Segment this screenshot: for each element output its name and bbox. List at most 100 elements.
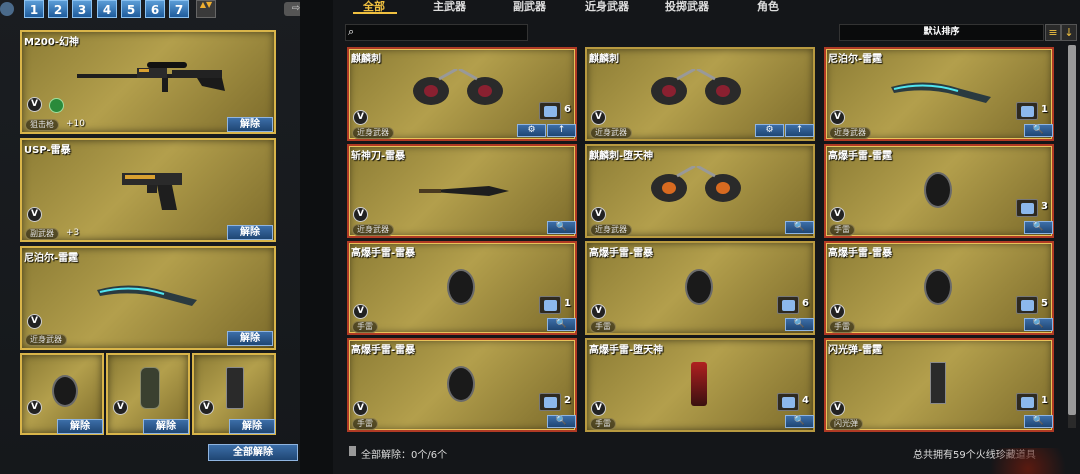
item-count: 5	[1041, 298, 1048, 309]
category-tabs: 全部 主武器 副武器 近身武器 投掷武器 角色	[333, 0, 1080, 14]
inspect-search-button[interactable]: 🔍	[1024, 415, 1053, 428]
upgrade-gear-button[interactable]: ⚙	[517, 124, 546, 137]
page-5[interactable]: 5	[121, 0, 141, 18]
grenade-icon	[447, 366, 475, 402]
sort-direction-icon[interactable]: ↓	[1061, 24, 1077, 41]
slot-category: 近身武器	[25, 334, 67, 346]
inventory-item[interactable]: 麒麟刺 V 近身武器 ⚙ ↑	[585, 47, 815, 141]
equipped-panel: 1 2 3 4 5 6 7 ▲▼ ⇨ M200-幻神 V 狙击枪 +10 解除 …	[0, 0, 308, 474]
item-count: 4	[802, 395, 809, 406]
page-1[interactable]: 1	[24, 0, 44, 18]
collection-icon	[539, 296, 561, 314]
item-count: 1	[1041, 104, 1048, 115]
grenade-icon	[924, 269, 952, 305]
upgrade-arrow-button[interactable]: ↑	[547, 124, 576, 137]
inventory-item[interactable]: 斩神刀-雷暴 V 近身武器 🔍	[347, 144, 577, 238]
page-7[interactable]: 7	[169, 0, 189, 18]
slot-bonus: +3	[66, 228, 80, 238]
tab-melee[interactable]: 近身武器	[585, 0, 629, 14]
inventory-item[interactable]: 高爆手雷-雷暴 V 手雷 2 🔍	[347, 338, 577, 432]
slot-title: USP-雷暴	[24, 145, 71, 156]
inspect-search-button[interactable]: 🔍	[785, 221, 814, 234]
tab-throwing[interactable]: 投掷武器	[665, 0, 709, 14]
smoke-grenade-icon	[140, 367, 160, 409]
tab-primary[interactable]: 主武器	[433, 0, 466, 14]
inspect-search-button[interactable]: 🔍	[547, 318, 576, 331]
grenade-icon	[685, 269, 713, 305]
vip-badge: V	[353, 110, 368, 125]
grenade-icon	[52, 375, 78, 407]
tab-secondary[interactable]: 副武器	[513, 0, 546, 14]
pagination-bar: 1 2 3 4 5 6 7 ▲▼ ⇨	[0, 0, 308, 20]
vip-badge: V	[591, 110, 606, 125]
inventory-item[interactable]: 高爆手雷-雷霆 V 手雷 3 🔍	[824, 144, 1054, 238]
sniper-rifle-icon	[77, 62, 225, 92]
unequip-button[interactable]: 解除	[227, 225, 273, 240]
page-6[interactable]: 6	[145, 0, 165, 18]
upgrade-arrow-button[interactable]: ↑	[785, 124, 814, 137]
lock-icon	[349, 446, 356, 456]
item-title: 高爆手雷-雷霆	[828, 151, 893, 162]
equipped-slot-primary[interactable]: M200-幻神 V 狙击枪 +10 解除	[20, 30, 276, 134]
vip-badge: V	[199, 400, 214, 415]
sort-dropdown[interactable]: 默认排序	[839, 24, 1044, 41]
inventory-item[interactable]: 麒麟刺 V 近身武器 6 ⚙ ↑	[347, 47, 577, 141]
unequip-button[interactable]: 解除	[143, 419, 189, 434]
page-4[interactable]: 4	[97, 0, 117, 18]
unequip-button[interactable]: 解除	[57, 419, 103, 434]
vip-badge: V	[27, 400, 42, 415]
inspect-search-button[interactable]: 🔍	[785, 415, 814, 428]
footer: 全部解除：0个/6个 总共拥有59个火线珍藏道具	[333, 440, 1080, 474]
tab-character[interactable]: 角色	[757, 0, 779, 14]
scrollbar[interactable]	[1068, 45, 1076, 428]
inspect-search-button[interactable]: 🔍	[1024, 318, 1053, 331]
inspect-search-button[interactable]: 🔍	[1024, 221, 1053, 234]
page-3[interactable]: 3	[72, 0, 92, 18]
inventory-item[interactable]: 尼泊尔-雷霆 V 近身武器 1 🔍	[824, 47, 1054, 141]
inventory-panel: 全部 主武器 副武器 近身武器 投掷武器 角色 ⌕ 默认排序 ≡ ↓ 麒麟刺 V 近…	[333, 0, 1080, 474]
page-updown-button[interactable]: ▲▼	[196, 0, 216, 18]
divider	[300, 0, 333, 474]
inspect-search-button[interactable]: 🔍	[785, 318, 814, 331]
unequip-status: 全部解除：0个/6个	[361, 450, 448, 461]
item-category: 闪光弹	[829, 418, 863, 430]
item-title: 高爆手雷-雷暴	[589, 248, 654, 259]
unequip-all-button[interactable]: 全部解除	[208, 444, 298, 461]
scrollbar-thumb[interactable]	[1068, 45, 1076, 415]
equipped-slot-secondary[interactable]: USP-雷暴 V 副武器 +3 解除	[20, 138, 276, 242]
inventory-item[interactable]: 闪光弹-雷霆 V 闪光弹 1 🔍	[824, 338, 1054, 432]
list-view-icon[interactable]: ≡	[1045, 24, 1061, 41]
inspect-search-button[interactable]: 🔍	[1024, 124, 1053, 137]
rank-badge-icon	[49, 98, 64, 113]
item-count: 6	[564, 104, 571, 115]
inspect-search-button[interactable]: 🔍	[547, 415, 576, 428]
upgrade-gear-button[interactable]: ⚙	[755, 124, 784, 137]
item-category: 近身武器	[352, 127, 394, 139]
claws-icon	[409, 67, 509, 111]
unequip-button[interactable]: 解除	[229, 419, 275, 434]
inspect-search-button[interactable]: 🔍	[547, 221, 576, 234]
equipped-slot-throw-2[interactable]: V 解除	[106, 353, 190, 435]
settings-gear-icon[interactable]	[0, 2, 14, 16]
search-input[interactable]: ⌕	[345, 24, 528, 41]
item-category: 手雷	[590, 321, 616, 333]
inventory-item[interactable]: 高爆手雷-堕天神 V 手雷 4 🔍	[585, 338, 815, 432]
unequip-button[interactable]: 解除	[227, 117, 273, 132]
inventory-item[interactable]: 高爆手雷-雷暴 V 手雷 6 🔍	[585, 241, 815, 335]
inventory-item[interactable]: 高爆手雷-雷暴 V 手雷 5 🔍	[824, 241, 1054, 335]
page-2[interactable]: 2	[48, 0, 68, 18]
equipped-slot-throw-1[interactable]: V 解除	[20, 353, 104, 435]
unequip-button[interactable]: 解除	[227, 331, 273, 346]
vip-badge: V	[353, 304, 368, 319]
equipped-slot-throw-3[interactable]: V 解除	[192, 353, 276, 435]
slot-category: 狙击枪	[25, 119, 59, 131]
slot-title: 尼泊尔-雷霆	[24, 253, 79, 264]
inventory-item[interactable]: 高爆手雷-雷暴 V 手雷 1 🔍	[347, 241, 577, 335]
claws-icon	[647, 67, 747, 111]
item-category: 近身武器	[590, 224, 632, 236]
item-title: 高爆手雷-雷暴	[351, 248, 416, 259]
inventory-item[interactable]: 麒麟刺-堕天神 V 近身武器 🔍	[585, 144, 815, 238]
item-title: 麒麟刺-堕天神	[589, 151, 654, 162]
equipped-slot-melee[interactable]: 尼泊尔-雷霆 V 近身武器 解除	[20, 246, 276, 350]
search-icon: ⌕	[348, 25, 355, 38]
